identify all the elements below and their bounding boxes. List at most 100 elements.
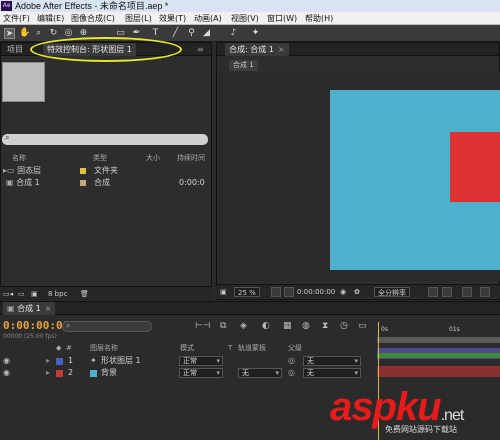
menu-layer[interactable]: 图层(L): [125, 12, 152, 25]
layer-2-duration-bar[interactable]: [377, 366, 500, 377]
project-item-solids[interactable]: ▸▭ 固态层: [3, 165, 41, 177]
timeline-layer-row[interactable]: ◉ ▸ 1 ✦ 形状图层 1 正常 ◎ 无: [0, 355, 376, 367]
col-duration[interactable]: 持续时间: [177, 153, 205, 164]
col-t[interactable]: T: [228, 343, 232, 353]
ruler-tick-label: 0s: [381, 326, 388, 333]
time-ruler[interactable]: 0s 01s: [377, 320, 500, 338]
safe-zones-icon[interactable]: [271, 287, 281, 297]
menu-help[interactable]: 帮助(H): [305, 12, 333, 25]
ruler-tick-label: 01s: [449, 326, 460, 333]
item-name: 合成 1: [16, 178, 40, 187]
parent-dropdown[interactable]: 无: [303, 368, 361, 378]
puppet-tool-icon[interactable]: ✦: [250, 28, 261, 39]
brush-tool-icon[interactable]: ╱: [170, 28, 181, 39]
always-preview-icon[interactable]: ▣: [220, 287, 227, 297]
expand-chevron-icon[interactable]: ▸: [46, 355, 50, 367]
frame-blending-icon[interactable]: ▦: [283, 321, 292, 331]
col-mode[interactable]: 模式: [180, 343, 194, 353]
region-of-interest-icon[interactable]: [428, 287, 438, 297]
col-layer-name[interactable]: 图层名称: [90, 343, 118, 353]
timeline-current-time[interactable]: 0:00:00:00: [3, 319, 69, 332]
col-number[interactable]: #: [66, 343, 72, 353]
bpc-label[interactable]: 8 bpc: [48, 289, 67, 299]
project-item-comp[interactable]: ▣ 合成 1: [6, 177, 40, 189]
menu-effect[interactable]: 效果(T): [159, 12, 186, 25]
pick-whip-icon[interactable]: ◎: [288, 355, 295, 367]
mask-visibility-icon[interactable]: [284, 287, 294, 297]
transparency-grid-icon[interactable]: [442, 287, 452, 297]
resolution-dropdown[interactable]: 全分辨率: [374, 287, 410, 297]
search-icon: ⌕: [66, 321, 71, 330]
close-icon[interactable]: ×: [278, 45, 285, 54]
shy-layers-icon[interactable]: ◐: [262, 321, 270, 331]
project-search-input[interactable]: ⌕: [2, 133, 208, 145]
hand-tool-icon[interactable]: ✋: [19, 28, 30, 39]
expand-chevron-icon[interactable]: ▸: [46, 367, 50, 379]
eye-icon[interactable]: ◉: [3, 355, 10, 367]
tab-project[interactable]: 项目: [3, 43, 27, 56]
trash-icon[interactable]: 🗑: [80, 289, 89, 299]
col-type[interactable]: 类型: [93, 153, 107, 164]
menu-composition[interactable]: 图像合成(C): [71, 12, 115, 25]
auto-keyframe-icon[interactable]: ◷: [340, 321, 348, 331]
col-name[interactable]: 名称: [12, 153, 26, 164]
col-size[interactable]: 大小: [146, 153, 160, 164]
layer-number: 2: [68, 368, 74, 377]
track-matte-dropdown[interactable]: 无: [238, 368, 282, 378]
eraser-tool-icon[interactable]: ◢: [201, 28, 212, 39]
motion-blur-icon[interactable]: ◍: [302, 321, 310, 331]
zoom-dropdown[interactable]: 25 %: [234, 287, 260, 297]
layout-icon[interactable]: [480, 287, 490, 297]
draft-3d-icon[interactable]: ◈: [240, 321, 247, 331]
menu-file[interactable]: 文件(F): [3, 12, 30, 25]
label-color-swatch[interactable]: [56, 358, 63, 365]
timeline-search-input[interactable]: ⌕: [62, 321, 152, 332]
zoom-tool-icon[interactable]: ⌕: [33, 28, 44, 39]
shape-layer-rectangle[interactable]: [450, 132, 500, 202]
comp-tabbar: 合成: 合成 1 ×: [217, 43, 499, 56]
col-label-icon[interactable]: ◆: [56, 343, 61, 353]
item-swatch: [80, 165, 86, 177]
close-icon[interactable]: ×: [45, 304, 52, 313]
comp-subtab[interactable]: 合成 1: [229, 60, 258, 71]
text-tool-icon[interactable]: T: [150, 28, 161, 39]
graph-editor-icon[interactable]: ▭: [358, 321, 367, 331]
menu-view[interactable]: 视图(V): [231, 12, 259, 25]
new-comp-icon[interactable]: ▣: [31, 289, 38, 299]
comp-viewer-footer: ▣ 25 % 0:00:00:00 ◉ ✿ 全分辨率: [216, 284, 500, 298]
snapshot-icon[interactable]: ◉: [340, 287, 346, 297]
panel-menu-icon[interactable]: ≡: [193, 43, 208, 56]
interpret-footage-icon[interactable]: ▭◂: [3, 289, 13, 299]
pick-whip-icon[interactable]: ◎: [288, 367, 295, 379]
blend-mode-dropdown[interactable]: 正常: [179, 368, 223, 378]
comp-mini-flowchart-icon[interactable]: ⊢⊣: [195, 321, 211, 331]
work-area-bar[interactable]: [377, 338, 500, 343]
parent-dropdown[interactable]: 无: [303, 356, 361, 366]
brainstorm-icon[interactable]: ⧗: [322, 321, 328, 331]
roto-brush-tool-icon[interactable]: ♪: [228, 28, 239, 39]
timeline-layer-row[interactable]: ◉ ▸ 2 背景 正常 无 ◎ 无: [0, 367, 376, 379]
blend-mode-dropdown[interactable]: 正常: [179, 356, 223, 366]
tab-timeline-comp[interactable]: ▣ 合成 1 ×: [3, 302, 56, 315]
new-folder-icon[interactable]: ▭: [18, 289, 25, 299]
eye-icon[interactable]: ◉: [3, 367, 10, 379]
rotate-tool-icon[interactable]: ↻: [48, 28, 59, 39]
label-color-swatch[interactable]: [56, 370, 63, 377]
current-time-display[interactable]: 0:00:00:00: [297, 287, 335, 297]
selection-tool-icon[interactable]: ➤: [4, 28, 15, 39]
clone-stamp-tool-icon[interactable]: ⚲: [186, 28, 197, 39]
show-channel-icon[interactable]: ✿: [354, 287, 360, 297]
timeline-tabbar: ▣ 合成 1 ×: [0, 302, 500, 315]
col-trkmat[interactable]: 轨道蒙板: [238, 343, 266, 353]
col-parent[interactable]: 父级: [288, 343, 302, 353]
menu-edit[interactable]: 编辑(E): [37, 12, 64, 25]
menu-window[interactable]: 窗口(W): [267, 12, 297, 25]
tab-composition[interactable]: 合成: 合成 1 ×: [225, 43, 289, 56]
layer-name[interactable]: 形状图层 1: [101, 355, 141, 367]
timeline-tab-label: 合成 1: [17, 304, 41, 313]
layer-name[interactable]: 背景: [101, 367, 117, 379]
camera-view-icon[interactable]: [462, 287, 472, 297]
item-swatch: [80, 177, 86, 189]
live-update-icon[interactable]: ⧉: [220, 321, 226, 331]
menu-animation[interactable]: 动画(A): [194, 12, 222, 25]
